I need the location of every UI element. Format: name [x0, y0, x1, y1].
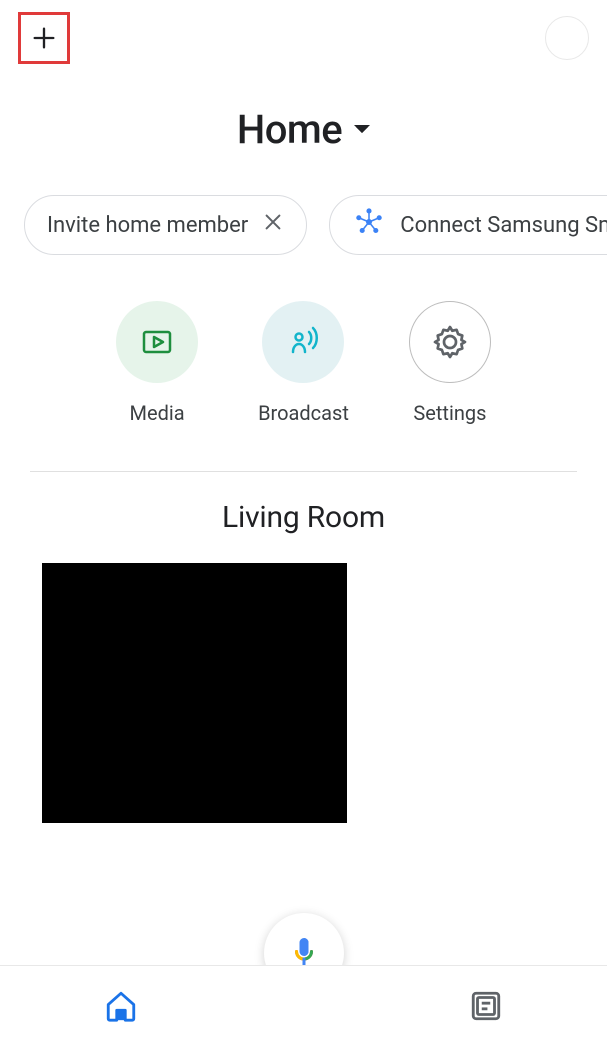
quick-action-media[interactable]: Media — [116, 301, 198, 425]
top-bar — [0, 0, 607, 76]
bottom-nav — [0, 965, 607, 1045]
chip-label: Connect Samsung Sma — [400, 213, 607, 238]
home-icon — [104, 989, 138, 1023]
quick-action-broadcast[interactable]: Broadcast — [258, 301, 349, 425]
nav-feed[interactable] — [364, 989, 607, 1023]
quick-action-label: Broadcast — [258, 401, 349, 425]
settings-icon-circle — [409, 301, 491, 383]
quick-action-settings[interactable]: Settings — [409, 301, 491, 425]
chip-connect-smartthings[interactable]: Connect Samsung Sma — [329, 195, 607, 255]
gear-icon — [432, 324, 468, 360]
home-selector[interactable]: Home — [0, 106, 607, 153]
add-button[interactable] — [18, 12, 70, 64]
quick-action-label: Media — [130, 401, 185, 425]
broadcast-icon-circle — [262, 301, 344, 383]
broadcast-icon — [281, 320, 325, 364]
divider — [30, 471, 577, 472]
media-icon — [137, 322, 177, 362]
device-card[interactable] — [42, 563, 347, 823]
media-icon-circle — [116, 301, 198, 383]
dropdown-caret-icon — [354, 125, 370, 135]
feed-icon — [469, 989, 503, 1023]
room-title: Living Room — [0, 500, 607, 535]
account-avatar[interactable] — [545, 16, 589, 60]
chip-label: Invite home member — [47, 213, 248, 238]
smartthings-icon — [352, 205, 386, 245]
quick-action-label: Settings — [413, 401, 486, 425]
suggestion-chips: Invite home member Connect Samsung Sma — [0, 195, 607, 255]
home-title: Home — [237, 106, 342, 153]
quick-actions: Media Broadcast Settings — [0, 301, 607, 425]
nav-home[interactable] — [0, 989, 243, 1023]
plus-icon — [30, 24, 58, 52]
chip-invite-member[interactable]: Invite home member — [24, 195, 307, 255]
close-icon[interactable] — [262, 211, 284, 239]
